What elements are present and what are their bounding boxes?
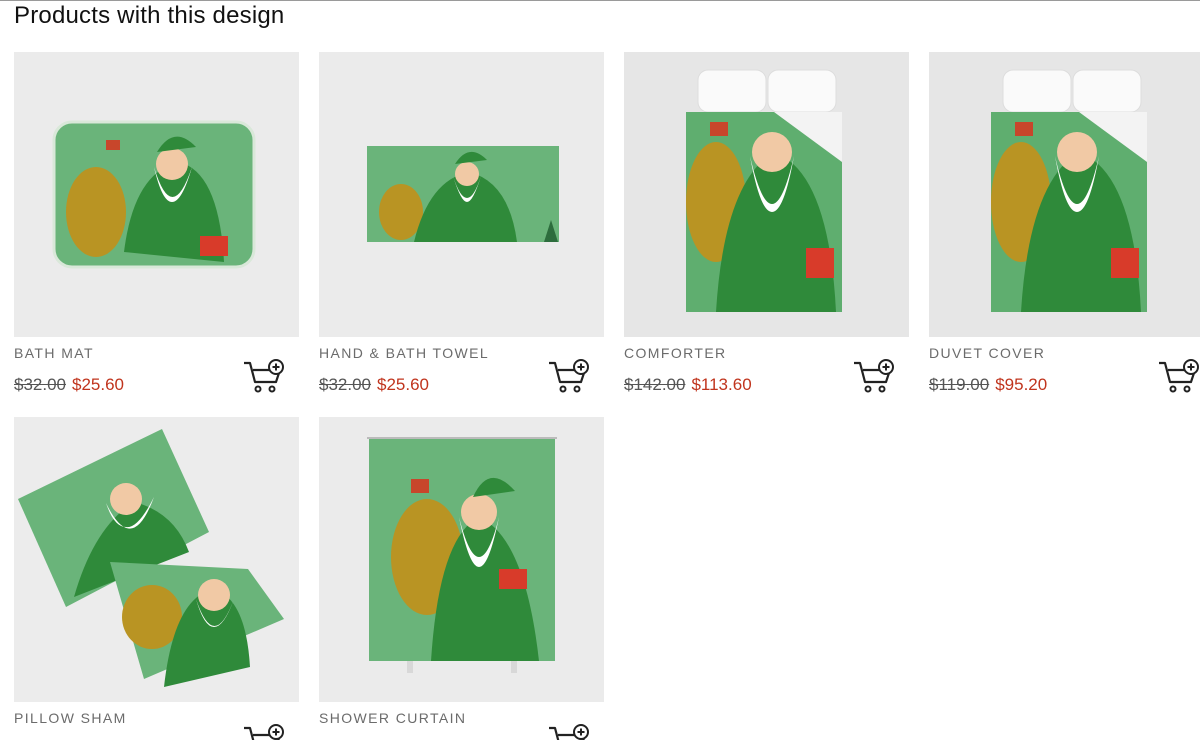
original-price: $32.00 [319, 375, 371, 394]
product-grid: BATH MAT $32.00 $25.60 HAND & BATH TOWEL … [14, 52, 1200, 740]
product-image-towel[interactable] [319, 52, 604, 337]
add-to-cart-icon[interactable] [242, 723, 286, 740]
original-price: $142.00 [624, 375, 686, 394]
price-row: $119.00 $95.20 [929, 375, 1047, 395]
product-name[interactable]: COMFORTER [624, 345, 727, 361]
price-row: $32.00 $25.60 [14, 375, 124, 395]
product-image-pillow-sham[interactable] [14, 417, 299, 702]
price-row: $32.00 $25.60 [319, 375, 429, 395]
product-name[interactable]: HAND & BATH TOWEL [319, 345, 489, 361]
product-card[interactable]: COMFORTER $142.00 $113.60 [624, 52, 909, 394]
sale-price: $95.20 [995, 375, 1048, 394]
product-image-comforter[interactable] [624, 52, 909, 337]
add-to-cart-icon[interactable] [242, 358, 286, 394]
original-price: $32.00 [14, 375, 66, 394]
sale-price: $25.60 [377, 375, 429, 394]
add-to-cart-icon[interactable] [852, 358, 896, 394]
add-to-cart-icon[interactable] [547, 358, 591, 394]
product-name[interactable]: BATH MAT [14, 345, 94, 361]
add-to-cart-icon[interactable] [547, 723, 591, 740]
section-title: Products with this design [14, 2, 285, 29]
product-card[interactable]: HAND & BATH TOWEL $32.00 $25.60 [319, 52, 604, 394]
price-row: $142.00 $113.60 [624, 375, 752, 395]
product-name[interactable]: DUVET COVER [929, 345, 1045, 361]
product-card[interactable]: PILLOW SHAM [14, 417, 299, 740]
product-image-bath-mat[interactable] [14, 52, 299, 337]
product-name[interactable]: PILLOW SHAM [14, 710, 127, 726]
sale-price: $25.60 [72, 375, 124, 394]
original-price: $119.00 [929, 375, 990, 394]
product-image-duvet-cover[interactable] [929, 52, 1200, 337]
product-card[interactable]: SHOWER CURTAIN [319, 417, 604, 740]
add-to-cart-icon[interactable] [1157, 358, 1200, 394]
product-card[interactable]: BATH MAT $32.00 $25.60 [14, 52, 299, 394]
product-name[interactable]: SHOWER CURTAIN [319, 710, 466, 726]
product-card[interactable]: DUVET COVER $119.00 $95.20 [929, 52, 1200, 394]
top-divider [0, 0, 1200, 1]
product-image-shower-curtain[interactable] [319, 417, 604, 702]
sale-price: $113.60 [691, 375, 752, 394]
